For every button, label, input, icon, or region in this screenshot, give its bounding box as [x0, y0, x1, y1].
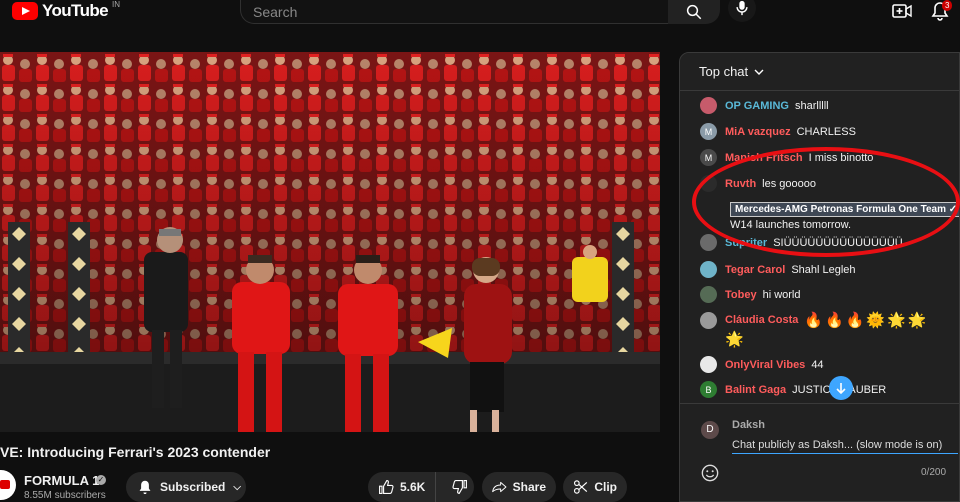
chat-input-area: D Daksh 0/200	[680, 403, 959, 501]
youtube-live-page: YouTube IN 3	[0, 0, 960, 502]
chat-text: I miss binotto	[808, 151, 874, 164]
chat-author[interactable]: OnlyViral Vibes	[725, 359, 805, 371]
chat-input-username: Daksh	[732, 419, 766, 431]
chat-avatar[interactable]	[700, 356, 717, 373]
chat-message: Ruvth les gooooo	[700, 175, 959, 192]
scroll-to-bottom-button[interactable]	[829, 376, 853, 400]
like-count: 5.6K	[400, 480, 426, 494]
subscribed-label: Subscribed	[160, 480, 226, 494]
clip-button[interactable]: Clip	[563, 472, 627, 502]
video-player[interactable]	[0, 52, 660, 432]
chat-avatar[interactable]	[700, 286, 717, 303]
like-button[interactable]: 5.6K	[368, 472, 437, 502]
chat-message-continued: 🌟	[725, 330, 959, 348]
chat-author[interactable]: MiA vazquez	[725, 126, 791, 138]
emoji-icon[interactable]	[701, 464, 719, 482]
member-author-badge[interactable]: Mercedes-AMG Petronas Formula One Team ✓	[730, 202, 959, 217]
chat-author[interactable]: Cláudia Costa	[725, 314, 798, 326]
chat-mode-label: Top chat	[699, 64, 749, 79]
chat-mode-selector[interactable]: Top chat	[680, 53, 959, 91]
chat-avatar[interactable]	[700, 97, 717, 114]
chat-avatar[interactable]	[700, 261, 717, 278]
chat-message: M MiA vazquez CHARLESS	[700, 123, 959, 140]
char-counter: 0/200	[921, 467, 947, 478]
chat-avatar[interactable]	[700, 234, 717, 251]
chat-text: SIÜÜÜÜÜÜÜÜÜÜÜÜÜÜÜ	[773, 236, 903, 249]
member-chat-message: Mercedes-AMG Petronas Formula One Team ✓…	[730, 199, 959, 231]
scissors-icon	[573, 480, 588, 494]
chat-author[interactable]: Tobey	[725, 289, 757, 301]
subscribed-button[interactable]: Subscribed ⌵	[126, 472, 246, 502]
video-title: VE: Introducing Ferrari's 2023 contender	[0, 444, 271, 460]
chat-text: CHARLESS	[796, 125, 856, 138]
chat-author[interactable]: Balint Gaga	[725, 384, 786, 396]
youtube-play-icon	[12, 2, 38, 20]
share-button[interactable]: Share	[482, 472, 556, 502]
chat-text: Shahl Legleh	[791, 263, 856, 276]
chat-text: les gooooo	[762, 177, 816, 190]
chat-message-input[interactable]	[732, 436, 958, 454]
live-chat-panel: Top chat OP GAMING sharlllll M MiA vazqu…	[679, 52, 960, 502]
chat-author[interactable]: OP GAMING	[725, 100, 789, 112]
chat-avatar[interactable]: M	[700, 149, 717, 166]
country-code: IN	[112, 0, 120, 9]
chat-emoji-text: 🔥🔥🔥🌞🌟🌟	[804, 312, 929, 329]
verified-check-icon: ✓	[96, 475, 106, 485]
chat-emoji-text: 🌟	[725, 331, 746, 348]
chat-author[interactable]: Supriter	[725, 237, 767, 249]
chat-text: 44	[811, 358, 824, 371]
crowd-scene	[0, 52, 660, 432]
like-dislike-group: 5.6K	[368, 472, 474, 502]
chevron-down-icon	[754, 69, 764, 75]
chat-message: OnlyViral Vibes 44	[700, 356, 959, 373]
chat-text: hi world	[762, 288, 801, 301]
voice-search-button[interactable]	[728, 0, 756, 22]
chat-avatar[interactable]	[700, 175, 717, 192]
chat-message: Supriter SIÜÜÜÜÜÜÜÜÜÜÜÜÜÜÜ	[700, 234, 959, 251]
subscriber-count: 8.55M subscribers	[24, 490, 106, 501]
search-icon	[686, 4, 702, 20]
chat-author[interactable]: Manish Fritsch	[725, 152, 803, 164]
chat-message: M Manish Fritsch I miss binotto	[700, 149, 959, 166]
arrow-down-icon	[836, 383, 846, 394]
create-video-icon	[892, 4, 912, 18]
chat-avatar[interactable]: B	[700, 381, 717, 398]
chat-text: sharlllll	[794, 99, 829, 112]
chat-message: Cláudia Costa 🔥🔥🔥🌞🌟🌟	[700, 311, 959, 329]
create-button[interactable]	[890, 0, 914, 22]
user-avatar: D	[701, 421, 719, 439]
chat-author[interactable]: Ruvth	[725, 178, 756, 190]
youtube-logo[interactable]: YouTube IN	[12, 0, 120, 22]
chat-message: Tobey hi world	[700, 286, 959, 303]
chat-avatar[interactable]: M	[700, 123, 717, 140]
clip-label: Clip	[594, 480, 617, 494]
thumbs-down-icon	[452, 480, 468, 494]
microphone-icon	[736, 0, 748, 16]
channel-avatar[interactable]	[0, 470, 16, 500]
member-chat-text: W14 launches tomorrow.	[730, 219, 852, 231]
channel-name[interactable]: FORMULA 1	[24, 473, 99, 488]
search-button[interactable]	[668, 0, 720, 24]
chat-avatar[interactable]	[700, 311, 717, 329]
chat-author[interactable]: Tegar Carol	[725, 264, 785, 276]
dislike-button[interactable]	[442, 472, 478, 502]
chat-message: Tegar Carol Shahl Legleh	[700, 261, 959, 278]
chevron-down-icon: ⌵	[233, 481, 241, 493]
thumbs-up-icon	[379, 480, 394, 494]
search-input[interactable]	[253, 3, 669, 20]
logo-text: YouTube	[42, 1, 109, 20]
search-box	[240, 0, 670, 24]
bell-icon	[139, 480, 151, 494]
chat-message: OP GAMING sharlllll	[700, 97, 959, 114]
top-bar: YouTube IN 3	[0, 0, 960, 40]
share-icon	[492, 481, 507, 493]
share-label: Share	[512, 480, 546, 494]
